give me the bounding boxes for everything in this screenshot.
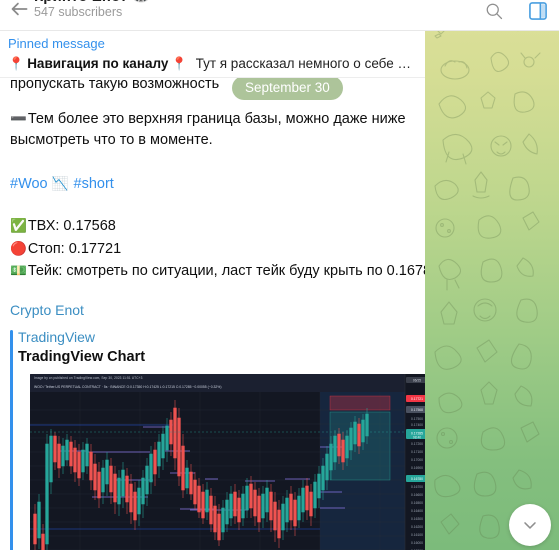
trade-take-text: Тейк: смотреть по ситуации, ласт тейк бу… (27, 263, 425, 279)
link-preview[interactable]: TradingView TradingView Chart 06/25 0.17… (10, 328, 425, 550)
trade-entry-line: ✅ТВХ: 0.17568 (10, 215, 415, 238)
svg-text:0.16900: 0.16900 (411, 466, 423, 470)
channel-header: Крипто Енот 🦝 547 subscribers (0, 0, 559, 31)
svg-text:0.17100: 0.17100 (411, 450, 423, 454)
svg-text:06/25: 06/25 (413, 378, 421, 382)
subscriber-count: 547 subscribers (34, 5, 123, 19)
chart-caption-symbol: WOO / Tether.US PERPETUAL CONTRACT · 5s … (34, 384, 222, 389)
svg-text:0.16100: 0.16100 (411, 533, 423, 537)
message-content: пропустить и не хочется, поэтому не стои… (10, 64, 425, 550)
message-signature[interactable]: Crypto Enot (10, 302, 415, 318)
split-view-icon (529, 2, 547, 20)
trade-details: ✅ТВХ: 0.17568 🔴Стоп: 0.17721 💵Тейк: смот… (10, 215, 425, 283)
chevron-down-icon (524, 522, 536, 529)
message-list[interactable]: пропустить и не хочется, поэтому не стои… (0, 31, 425, 550)
search-icon (486, 3, 503, 20)
back-button[interactable] (6, 0, 32, 22)
svg-text:0.16500: 0.16500 (411, 501, 423, 505)
header-actions (481, 0, 551, 24)
pinned-content: 📍 Навигация по каналу 📍 Тут я рассказал … (8, 54, 417, 73)
back-arrow-icon (11, 2, 28, 16)
wallpaper-doodle-pattern (434, 14, 548, 539)
hashtag-short[interactable]: #short (74, 176, 114, 192)
trade-stop-text: Стоп: 0.17721 (27, 240, 122, 257)
pin-icon-left: 📍 (8, 56, 25, 71)
split-view-button[interactable] (525, 0, 551, 24)
pinned-message-bar[interactable]: Pinned message 📍 Навигация по каналу 📍 Т… (0, 31, 425, 78)
telegram-channel-screen: Крипто Енот 🦝 547 subscribers пропустить… (0, 0, 559, 550)
search-button[interactable] (481, 0, 507, 24)
scroll-to-bottom-button[interactable] (509, 504, 551, 546)
dash-emoji: ➖ (10, 111, 27, 126)
link-preview-title: TradingView Chart (18, 348, 146, 365)
date-divider-row: September 30 (10, 74, 415, 102)
svg-text:0.16700: 0.16700 (411, 485, 423, 489)
svg-text:0.17200: 0.17200 (411, 442, 423, 446)
pinned-bold-text: Навигация по каналу (27, 56, 169, 71)
hashtag-woo[interactable]: #Woo (10, 176, 48, 192)
svg-text:0.16000: 0.16000 (411, 541, 423, 545)
chat-wallpaper (425, 0, 559, 550)
tradingview-chart[interactable]: 06/25 0.17721 0.17568 0.17500 0.17400 0.… (30, 373, 425, 550)
svg-text:0.16200: 0.16200 (411, 525, 423, 529)
svg-text:0.17500: 0.17500 (411, 417, 423, 421)
pin-icon-right: 📍 (171, 56, 188, 71)
chart-canvas: 06/25 0.17721 0.17568 0.17500 0.17400 0.… (30, 373, 425, 550)
chart-caption-source: Image by cn published on TradingView.com… (34, 375, 143, 380)
pinned-label: Pinned message (8, 36, 105, 51)
svg-text:0.16400: 0.16400 (411, 509, 423, 513)
trade-stop-line: 🔴Стоп: 0.17721 (10, 238, 415, 261)
chart-decreasing-icon: 📉 (51, 176, 69, 191)
svg-text:0.17568: 0.17568 (411, 408, 423, 412)
svg-text:0.17000: 0.17000 (411, 458, 423, 462)
svg-text:0.16300: 0.16300 (411, 517, 423, 521)
trade-entry-text: ТВХ: 0.17568 (27, 218, 116, 234)
money-icon: 💵 (10, 263, 27, 278)
trade-take-line: 💵Тейк: смотреть по ситуации, ласт тейк б… (10, 260, 425, 283)
svg-text:0.17721: 0.17721 (411, 397, 423, 401)
svg-text:08:40: 08:40 (413, 435, 421, 439)
svg-text:0.16600: 0.16600 (411, 493, 423, 497)
link-preview-site[interactable]: TradingView (18, 328, 415, 347)
pinned-rest-text: Тут я рассказал немного о себе и своей т… (195, 56, 417, 71)
check-mark-icon: ✅ (10, 218, 27, 233)
message-paragraph-text: Тем более это верхняя граница базы, можн… (10, 111, 406, 148)
hashtag-line: #Woo 📉 #short (10, 173, 415, 195)
red-circle-icon: 🔴 (10, 240, 27, 256)
svg-text:0.16780: 0.16780 (411, 476, 423, 480)
message-paragraph: ➖Тем более это верхняя граница базы, мож… (10, 108, 415, 151)
date-divider: September 30 (232, 76, 343, 100)
svg-text:0.17400: 0.17400 (411, 423, 423, 427)
